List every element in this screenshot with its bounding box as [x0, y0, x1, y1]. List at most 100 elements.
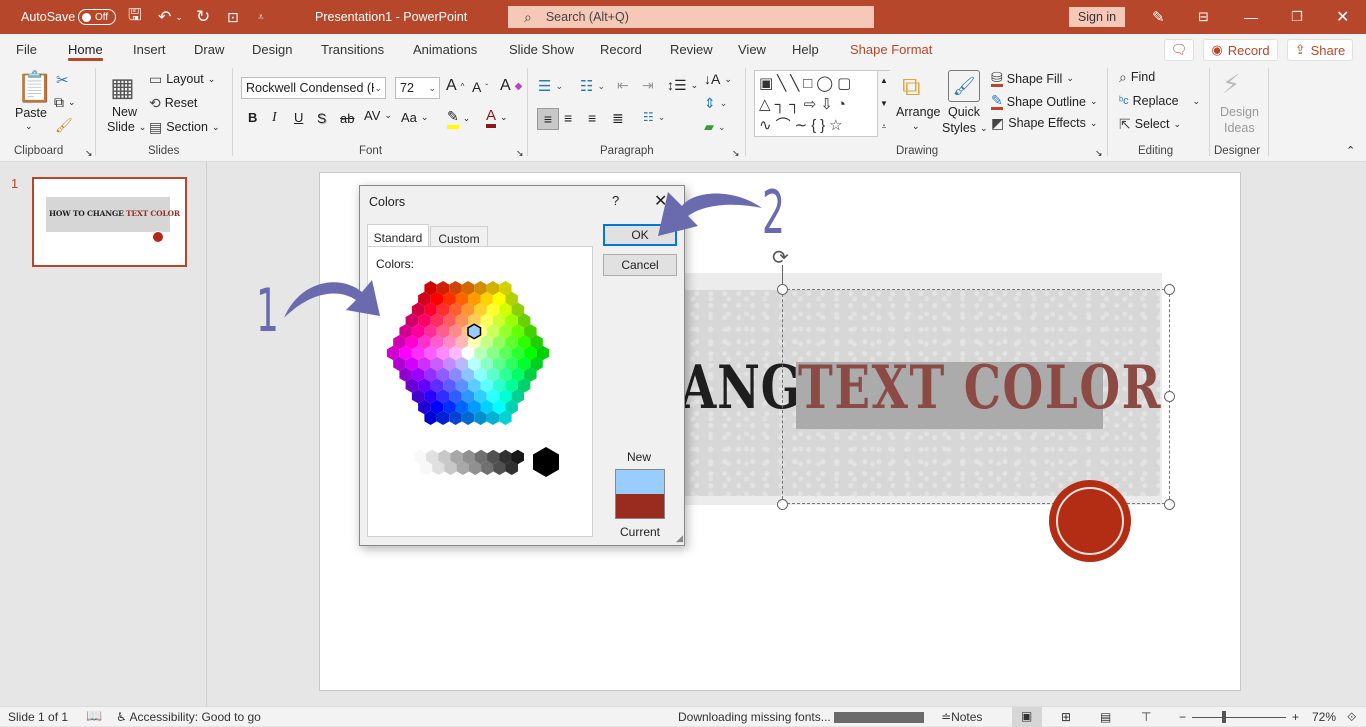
start-presentation-icon[interactable]: ⊡ — [227, 0, 239, 34]
share-button[interactable]: ⇪ Share — [1287, 39, 1353, 61]
design-ideas-label-1[interactable]: Design — [1220, 105, 1259, 119]
font-color-button[interactable]: A ⌄ — [486, 107, 508, 128]
reset-button[interactable]: ⟲ Reset — [149, 96, 197, 110]
notes-button[interactable]: ≐Notes — [941, 710, 982, 724]
help-button[interactable]: ? — [612, 193, 619, 208]
normal-view-button[interactable]: ▣ — [1012, 707, 1042, 727]
autosave-toggle[interactable]: Off — [78, 0, 116, 34]
shrink-font-button[interactable]: Aˇ — [472, 79, 488, 95]
record-button[interactable]: ◉ Record — [1203, 39, 1278, 61]
shadow-button[interactable]: S — [317, 110, 326, 126]
quick-styles-icon[interactable]: 🖌 — [948, 70, 980, 102]
layout-button[interactable]: ▭ Layout ⌄ — [149, 72, 215, 86]
tab-animations[interactable]: Animations — [413, 34, 477, 64]
drawing-launcher-icon[interactable]: ↘ — [1095, 148, 1103, 159]
red-stamp-circle[interactable] — [1049, 480, 1131, 562]
comments-button[interactable]: 🗨 — [1164, 39, 1194, 61]
ribbon-display-icon[interactable]: ⊟ — [1198, 0, 1209, 34]
reading-view-icon[interactable]: ▤ — [1100, 710, 1111, 724]
numbering-button[interactable]: ☷ ⌄ — [580, 77, 605, 95]
arrange-dropdown[interactable]: ⌄ — [912, 121, 920, 132]
font-size-combo[interactable]: 72 ⌄ — [395, 77, 440, 99]
selected-color-swatch[interactable] — [467, 323, 482, 340]
spell-check-icon[interactable]: 📖 — [86, 708, 102, 724]
customize-toolbar-icon[interactable]: ⩡ — [258, 0, 264, 34]
shape-effects-button[interactable]: ◩ Shape Effects ⌄ — [991, 116, 1097, 130]
tab-transitions[interactable]: Transitions — [321, 34, 384, 64]
sign-in-button[interactable]: Sign in — [1069, 7, 1125, 27]
tab-draw[interactable]: Draw — [194, 34, 224, 64]
minimize-icon[interactable]: — — [1244, 0, 1258, 34]
arrange-button[interactable]: Arrange — [896, 105, 940, 119]
bold-button[interactable]: B — [248, 110, 257, 125]
font-name-combo[interactable]: Rockwell Condensed (Hea⌄ — [241, 77, 386, 99]
restore-icon[interactable]: ❐ — [1291, 0, 1303, 34]
character-spacing-button[interactable]: AV ⌄ — [364, 108, 392, 123]
slide-thumbnail[interactable]: HOW TO CHANGE TEXT COLOR — [32, 177, 187, 267]
zoom-in-button[interactable]: + — [1292, 710, 1299, 724]
shapes-scroll[interactable]: ▲ ▼ ⩡ — [877, 71, 890, 137]
black-swatch[interactable] — [533, 447, 559, 477]
slide-show-icon[interactable]: ⊤ — [1141, 710, 1151, 724]
grow-font-button[interactable]: A ^ — [446, 77, 464, 95]
title-placeholder-selection[interactable] — [782, 289, 1170, 504]
change-case-button[interactable]: Aa ⌄ — [401, 110, 428, 125]
paste-dropdown[interactable]: ⌄ — [25, 121, 33, 132]
close-icon[interactable]: ✕ — [1336, 0, 1349, 34]
paste-button[interactable]: Paste — [15, 106, 47, 120]
increase-indent-button[interactable]: ⇥ — [642, 77, 654, 94]
cancel-button[interactable]: Cancel — [603, 254, 677, 276]
new-slide-label-1[interactable]: New — [112, 105, 137, 119]
format-painter-icon[interactable]: 🖌 — [55, 117, 73, 134]
underline-button[interactable]: U — [294, 110, 303, 125]
tab-review[interactable]: Review — [670, 34, 713, 64]
clear-formatting-button[interactable]: A ◆ — [500, 77, 522, 95]
collapse-ribbon-icon[interactable]: ⌃ — [1346, 144, 1355, 157]
line-spacing-button[interactable]: ↕☰ ⌄ — [667, 77, 698, 94]
fit-to-window-icon[interactable]: ⟐ — [1347, 710, 1356, 725]
rotate-handle-icon[interactable]: ⟳ — [772, 245, 789, 270]
search-box[interactable]: ⌕ Search (Alt+Q) — [508, 6, 874, 28]
justify-button[interactable]: ≣ — [612, 110, 624, 127]
smartart-button[interactable]: ▰ ⌄ — [704, 119, 726, 135]
font-launcher-icon[interactable]: ↘ — [516, 148, 524, 159]
cut-icon[interactable]: ✂ — [56, 71, 69, 89]
columns-button[interactable]: ☷ ⌄ — [643, 110, 665, 124]
new-slide-icon[interactable]: ▦ — [110, 72, 135, 103]
paragraph-launcher-icon[interactable]: ↘ — [732, 148, 740, 159]
arrange-icon[interactable]: ⧉ — [902, 71, 921, 103]
tab-shape-format[interactable]: Shape Format — [850, 34, 932, 64]
strikethrough-button[interactable]: ab — [340, 111, 354, 126]
pen-icon[interactable]: ✎ — [1152, 0, 1165, 34]
design-ideas-icon[interactable]: ⚡ — [1222, 69, 1240, 100]
zoom-slider-thumb[interactable] — [1222, 711, 1227, 723]
copy-icon[interactable]: ⧉ ⌄ — [54, 94, 76, 111]
zoom-level[interactable]: 72% — [1312, 710, 1336, 724]
italic-button[interactable]: I — [272, 110, 277, 126]
shapes-gallery[interactable]: ▣╲╲□◯▢ △┐┐⇨⇩◔ ∿⌒∼{}☆ — [754, 70, 890, 137]
tab-home[interactable]: Home — [68, 34, 103, 64]
align-right-button[interactable]: ≡ — [588, 110, 596, 126]
resize-handle[interactable] — [1164, 391, 1175, 402]
tab-view[interactable]: View — [738, 34, 766, 64]
design-ideas-label-2[interactable]: Ideas — [1224, 121, 1255, 135]
slide-sorter-icon[interactable]: ⊞ — [1061, 710, 1071, 724]
select-button[interactable]: ⇱ Select ⌄ — [1119, 117, 1181, 131]
decrease-indent-button[interactable]: ⇤ — [617, 77, 629, 94]
quick-styles-label-2[interactable]: Styles ⌄ — [942, 121, 988, 135]
zoom-out-button[interactable]: − — [1179, 710, 1186, 724]
save-icon[interactable]: 🖫 — [128, 0, 142, 34]
align-left-button[interactable]: ≡ — [537, 108, 559, 130]
shape-fill-button[interactable]: ⛁ Shape Fill ⌄ — [991, 70, 1074, 87]
zoom-slider-track[interactable] — [1192, 717, 1286, 718]
resize-handle[interactable] — [1164, 499, 1175, 510]
shape-outline-button[interactable]: ✎ Shape Outline ⌄ — [991, 93, 1098, 110]
bullets-button[interactable]: ☰ ⌄ — [538, 77, 563, 95]
redo-icon[interactable]: ↻ — [196, 0, 210, 34]
color-hexagon-palette[interactable] — [368, 271, 594, 501]
resize-handle[interactable] — [777, 284, 788, 295]
text-direction-button[interactable]: ↓A ⌄ — [704, 71, 732, 87]
clipboard-launcher-icon[interactable]: ↘ — [85, 148, 93, 159]
accessibility-status[interactable]: ♿ Accessibility: Good to go — [116, 710, 261, 724]
resize-handle[interactable] — [1164, 284, 1175, 295]
